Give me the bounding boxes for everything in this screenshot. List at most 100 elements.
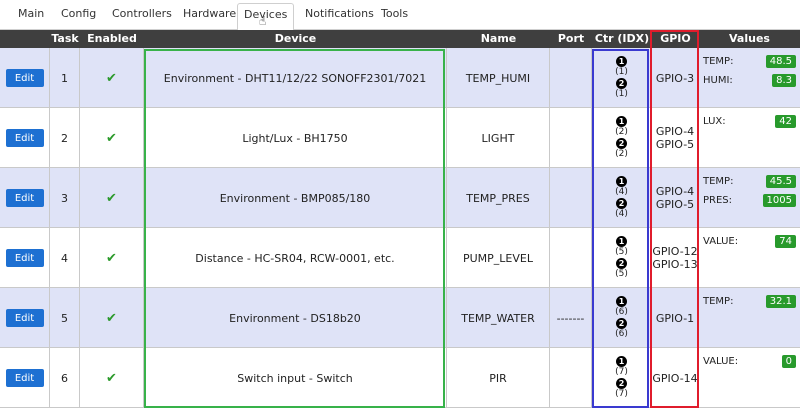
- idx-value: (2): [615, 149, 628, 159]
- header-edit: [0, 30, 50, 48]
- value-badge: 48.5: [765, 55, 796, 68]
- task-number: 4: [61, 251, 68, 265]
- device-type: Switch input - Switch: [237, 371, 353, 385]
- value-line: VALUE: 0: [703, 354, 796, 369]
- edit-button[interactable]: Edit: [5, 129, 44, 147]
- gpio-cell: GPIO-14: [652, 348, 699, 408]
- name-cell: TEMP_HUMI: [447, 48, 550, 108]
- edit-button[interactable]: Edit: [5, 249, 44, 267]
- check-icon: ✔: [106, 310, 117, 326]
- edit-button[interactable]: Edit: [5, 69, 44, 87]
- value-label: HUMI:: [703, 75, 733, 86]
- port-cell: [550, 168, 592, 228]
- task-cell: 3: [50, 168, 80, 228]
- enabled-cell: ✔: [80, 288, 144, 348]
- ctr-idx-cell: 1 (1) 2 (1): [592, 48, 652, 108]
- idx-value: (4): [615, 187, 628, 197]
- idx-value: (4): [615, 209, 628, 219]
- tab-main[interactable]: Main: [12, 6, 50, 30]
- gpio-cell: GPIO-3: [652, 48, 699, 108]
- idx-value: (7): [615, 367, 628, 377]
- controller-number-badge: 1: [616, 56, 627, 67]
- controller-number-badge: 2: [616, 138, 627, 149]
- controller-number-badge: 1: [616, 236, 627, 247]
- table-row: Edit 3 ✔ Environment - BMP085/180 TEMP_PRES 1…: [0, 168, 800, 228]
- enabled-cell: ✔: [80, 48, 144, 108]
- gpio-pin: GPIO-12: [652, 245, 698, 258]
- device-type: Environment - BMP085/180: [219, 191, 371, 205]
- task-number: 5: [61, 311, 68, 325]
- name-cell: PUMP_LEVEL: [447, 228, 550, 288]
- port-cell: [550, 348, 592, 408]
- mouse-pointer-icon: ☝: [259, 14, 267, 28]
- gpio-cell: GPIO-4 GPIO-5: [652, 168, 699, 228]
- gpio-pin: GPIO-4: [655, 125, 695, 138]
- value-badge: 0: [781, 355, 796, 368]
- enabled-cell: ✔: [80, 108, 144, 168]
- tab-config[interactable]: Config: [55, 6, 102, 30]
- tab-tools[interactable]: Tools: [375, 6, 414, 30]
- enabled-cell: ✔: [80, 348, 144, 408]
- device-type: Light/Lux - BH1750: [242, 131, 348, 145]
- tab-notifications[interactable]: Notifications: [299, 6, 380, 30]
- value-line: TEMP: 45.5: [703, 174, 796, 189]
- device-name: TEMP_WATER: [461, 311, 535, 325]
- edit-button[interactable]: Edit: [5, 309, 44, 327]
- value-line: HUMI: 8.3: [703, 73, 796, 88]
- values-cell: TEMP: 48.5 HUMI: 8.3: [699, 48, 800, 108]
- values-cell: TEMP: 32.1: [699, 288, 800, 348]
- enabled-cell: ✔: [80, 168, 144, 228]
- check-icon: ✔: [106, 250, 117, 266]
- edit-cell: Edit: [0, 348, 50, 408]
- name-cell: TEMP_WATER: [447, 288, 550, 348]
- value-line: TEMP: 32.1: [703, 294, 796, 309]
- edit-cell: Edit: [0, 228, 50, 288]
- ctr-idx-cell: 1 (2) 2 (2): [592, 108, 652, 168]
- idx-value: (6): [615, 307, 628, 317]
- controller-number-badge: 2: [616, 198, 627, 209]
- task-cell: 1: [50, 48, 80, 108]
- value-badge: 32.1: [765, 295, 796, 308]
- edit-button[interactable]: Edit: [5, 369, 44, 387]
- port-value: -------: [556, 311, 585, 325]
- header-values: Values: [729, 32, 770, 45]
- header-enabled: Enabled: [87, 32, 137, 45]
- task-number: 3: [61, 191, 68, 205]
- check-icon: ✔: [106, 370, 117, 386]
- value-label: VALUE:: [703, 236, 739, 247]
- task-number: 2: [61, 131, 68, 145]
- header-device: Device: [274, 32, 317, 45]
- tab-controllers[interactable]: Controllers: [106, 6, 178, 30]
- value-label: TEMP:: [703, 176, 734, 187]
- value-label: TEMP:: [703, 56, 734, 67]
- tab-hardware[interactable]: Hardware: [177, 6, 242, 30]
- header-gpio: GPIO: [660, 32, 691, 45]
- name-cell: LIGHT: [447, 108, 550, 168]
- device-name: LIGHT: [481, 131, 515, 145]
- ctr-idx-cell: 1 (4) 2 (4): [592, 168, 652, 228]
- idx-value: (2): [615, 127, 628, 137]
- check-icon: ✔: [106, 190, 117, 206]
- task-cell: 4: [50, 228, 80, 288]
- value-badge: 45.5: [765, 175, 796, 188]
- idx-value: (1): [615, 89, 628, 99]
- gpio-pin: GPIO-3: [655, 71, 695, 85]
- name-cell: TEMP_PRES: [447, 168, 550, 228]
- device-table-header: Task Enabled Device Name Port Ctr (IDX) …: [0, 30, 800, 48]
- device-name: TEMP_PRES: [466, 191, 530, 205]
- table-row: Edit 4 ✔ Distance - HC-SR04, RCW-0001, etc.…: [0, 228, 800, 288]
- name-cell: PIR: [447, 348, 550, 408]
- device-cell: Distance - HC-SR04, RCW-0001, etc.: [144, 228, 447, 288]
- value-line: PRES: 1005: [703, 193, 796, 208]
- value-line: TEMP: 48.5: [703, 54, 796, 69]
- check-icon: ✔: [106, 130, 117, 146]
- port-cell: [550, 48, 592, 108]
- value-label: PRES:: [703, 195, 733, 206]
- controller-number-badge: 1: [616, 116, 627, 127]
- device-name: PUMP_LEVEL: [463, 251, 533, 265]
- values-cell: VALUE: 74: [699, 228, 800, 288]
- controller-number-badge: 2: [616, 318, 627, 329]
- value-badge: 1005: [762, 194, 796, 207]
- idx-value: (1): [615, 67, 628, 77]
- edit-button[interactable]: Edit: [5, 189, 44, 207]
